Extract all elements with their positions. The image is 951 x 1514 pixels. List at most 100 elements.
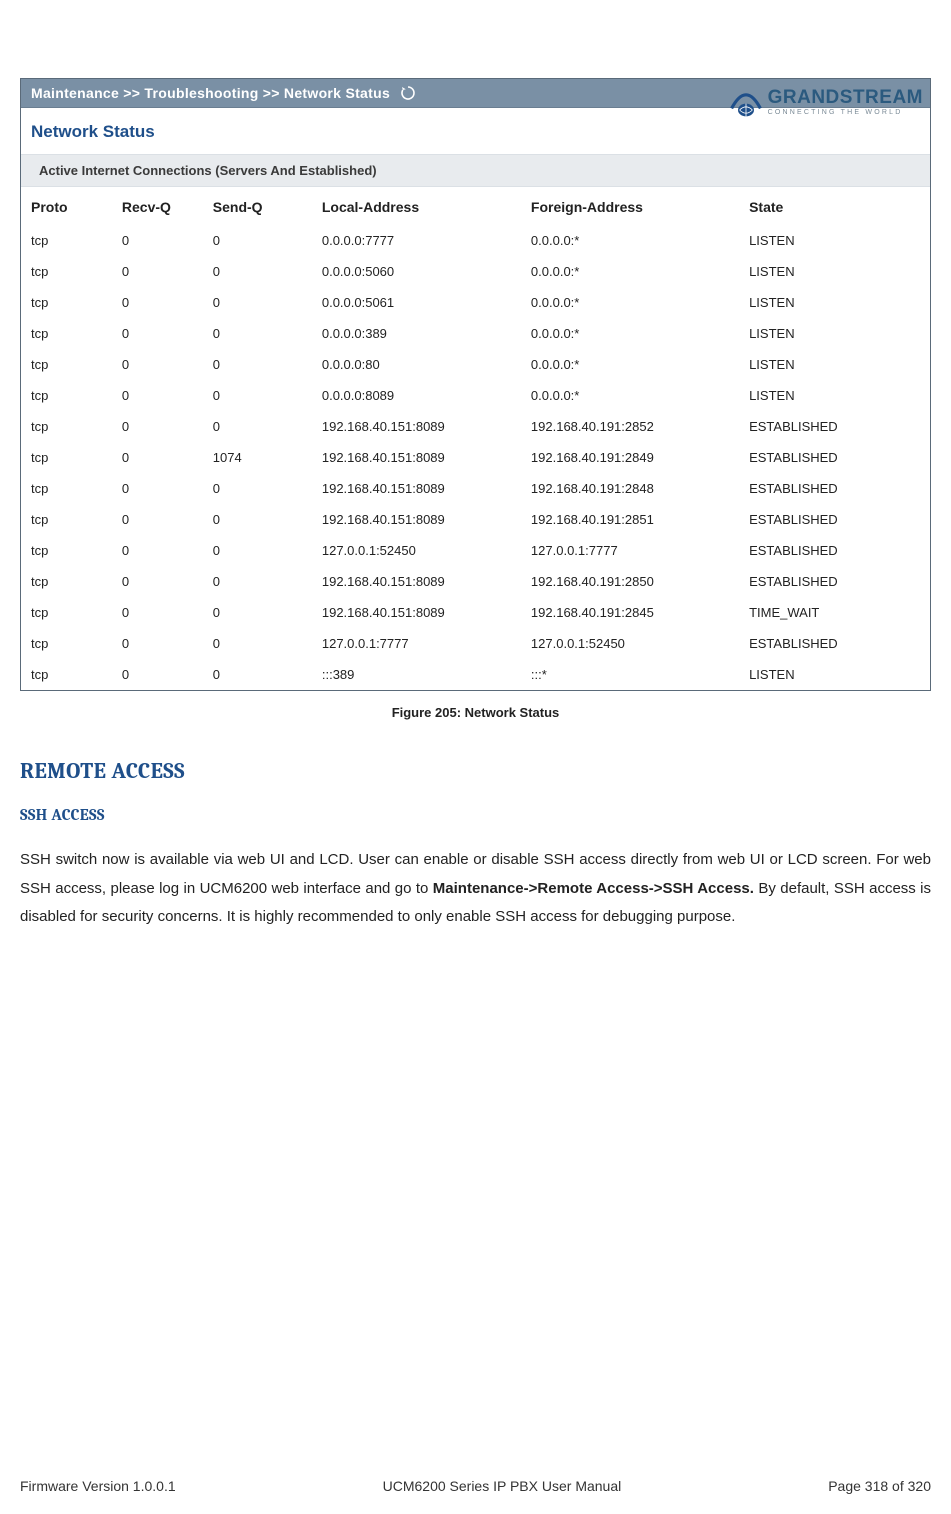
cell-sendq: 0 xyxy=(203,225,312,256)
cell-state: ESTABLISHED xyxy=(739,442,930,473)
cell-proto: tcp xyxy=(21,225,112,256)
cell-sendq: 0 xyxy=(203,597,312,628)
table-row: tcp00127.0.0.1:52450127.0.0.1:7777ESTABL… xyxy=(21,535,930,566)
cell-state: LISTEN xyxy=(739,225,930,256)
table-row: tcp000.0.0.0:800.0.0.0:*LISTEN xyxy=(21,349,930,380)
cell-recvq: 0 xyxy=(112,504,203,535)
cell-local: 192.168.40.151:8089 xyxy=(312,442,521,473)
cell-proto: tcp xyxy=(21,659,112,690)
cell-sendq: 0 xyxy=(203,473,312,504)
table-row: tcp000.0.0.0:50610.0.0.0:*LISTEN xyxy=(21,287,930,318)
cell-recvq: 0 xyxy=(112,566,203,597)
cell-foreign: 0.0.0.0:* xyxy=(521,349,739,380)
cell-proto: tcp xyxy=(21,566,112,597)
cell-foreign: :::* xyxy=(521,659,739,690)
cell-foreign: 192.168.40.191:2849 xyxy=(521,442,739,473)
cell-sendq: 0 xyxy=(203,349,312,380)
cell-foreign: 192.168.40.191:2852 xyxy=(521,411,739,442)
cell-local: 0.0.0.0:8089 xyxy=(312,380,521,411)
cell-foreign: 192.168.40.191:2850 xyxy=(521,566,739,597)
brand-logo-block: GRANDSTREAM CONNECTING THE WORLD xyxy=(730,86,923,118)
cell-recvq: 0 xyxy=(112,597,203,628)
cell-recvq: 0 xyxy=(112,380,203,411)
cell-foreign: 192.168.40.191:2848 xyxy=(521,473,739,504)
heading-remote-access: REMOTE ACCESS xyxy=(20,758,931,784)
cell-state: LISTEN xyxy=(739,659,930,690)
cell-state: TIME_WAIT xyxy=(739,597,930,628)
cell-foreign: 192.168.40.191:2851 xyxy=(521,504,739,535)
cell-state: ESTABLISHED xyxy=(739,473,930,504)
ssh-access-paragraph: SSH switch now is available via web UI a… xyxy=(20,846,931,932)
cell-proto: tcp xyxy=(21,318,112,349)
table-row: tcp000.0.0.0:3890.0.0.0:*LISTEN xyxy=(21,318,930,349)
col-header-local: Local-Address xyxy=(312,187,521,225)
cell-local: 0.0.0.0:5061 xyxy=(312,287,521,318)
cell-recvq: 0 xyxy=(112,442,203,473)
cell-state: LISTEN xyxy=(739,380,930,411)
cell-recvq: 0 xyxy=(112,535,203,566)
cell-state: ESTABLISHED xyxy=(739,628,930,659)
cell-state: ESTABLISHED xyxy=(739,411,930,442)
cell-recvq: 0 xyxy=(112,473,203,504)
col-header-foreign: Foreign-Address xyxy=(521,187,739,225)
table-header-row: Proto Recv-Q Send-Q Local-Address Foreig… xyxy=(21,187,930,225)
cell-foreign: 0.0.0.0:* xyxy=(521,225,739,256)
cell-state: LISTEN xyxy=(739,287,930,318)
cell-proto: tcp xyxy=(21,411,112,442)
cell-sendq: 0 xyxy=(203,380,312,411)
cell-local: 0.0.0.0:5060 xyxy=(312,256,521,287)
table-row: tcp00:::389:::*LISTEN xyxy=(21,659,930,690)
cell-proto: tcp xyxy=(21,287,112,318)
table-row: tcp01074192.168.40.151:8089192.168.40.19… xyxy=(21,442,930,473)
para-bold: Maintenance->Remote Access->SSH Access. xyxy=(433,880,754,897)
cell-foreign: 0.0.0.0:* xyxy=(521,287,739,318)
breadcrumb: Maintenance >> Troubleshooting >> Networ… xyxy=(31,85,390,101)
brand-name: GRANDSTREAM xyxy=(768,88,923,107)
cell-proto: tcp xyxy=(21,256,112,287)
globe-arc-icon xyxy=(730,86,762,118)
cell-local: 192.168.40.151:8089 xyxy=(312,473,521,504)
table-row: tcp00192.168.40.151:8089192.168.40.191:2… xyxy=(21,566,930,597)
cell-recvq: 0 xyxy=(112,225,203,256)
cell-foreign: 0.0.0.0:* xyxy=(521,380,739,411)
col-header-sendq: Send-Q xyxy=(203,187,312,225)
cell-foreign: 127.0.0.1:52450 xyxy=(521,628,739,659)
cell-recvq: 0 xyxy=(112,628,203,659)
cell-foreign: 192.168.40.191:2845 xyxy=(521,597,739,628)
cell-sendq: 1074 xyxy=(203,442,312,473)
heading-ssh-access: SSH ACCESS xyxy=(20,806,931,824)
refresh-icon[interactable] xyxy=(400,85,416,101)
cell-local: 192.168.40.151:8089 xyxy=(312,597,521,628)
cell-sendq: 0 xyxy=(203,504,312,535)
table-row: tcp000.0.0.0:77770.0.0.0:*LISTEN xyxy=(21,225,930,256)
col-header-state: State xyxy=(739,187,930,225)
footer-firmware: Firmware Version 1.0.0.1 xyxy=(20,1478,176,1494)
cell-foreign: 127.0.0.1:7777 xyxy=(521,535,739,566)
table-row: tcp000.0.0.0:50600.0.0.0:*LISTEN xyxy=(21,256,930,287)
cell-sendq: 0 xyxy=(203,287,312,318)
cell-recvq: 0 xyxy=(112,659,203,690)
cell-proto: tcp xyxy=(21,442,112,473)
table-row: tcp00192.168.40.151:8089192.168.40.191:2… xyxy=(21,504,930,535)
cell-sendq: 0 xyxy=(203,318,312,349)
cell-state: LISTEN xyxy=(739,318,930,349)
cell-state: ESTABLISHED xyxy=(739,535,930,566)
cell-foreign: 0.0.0.0:* xyxy=(521,256,739,287)
cell-proto: tcp xyxy=(21,349,112,380)
table-row: tcp00192.168.40.151:8089192.168.40.191:2… xyxy=(21,597,930,628)
cell-local: 192.168.40.151:8089 xyxy=(312,504,521,535)
cell-recvq: 0 xyxy=(112,287,203,318)
cell-state: LISTEN xyxy=(739,256,930,287)
cell-local: :::389 xyxy=(312,659,521,690)
cell-recvq: 0 xyxy=(112,318,203,349)
cell-local: 0.0.0.0:389 xyxy=(312,318,521,349)
cell-proto: tcp xyxy=(21,535,112,566)
figure-caption: Figure 205: Network Status xyxy=(20,705,931,720)
cell-sendq: 0 xyxy=(203,659,312,690)
page-footer: Firmware Version 1.0.0.1 UCM6200 Series … xyxy=(20,1478,931,1494)
col-header-proto: Proto xyxy=(21,187,112,225)
cell-recvq: 0 xyxy=(112,256,203,287)
cell-sendq: 0 xyxy=(203,411,312,442)
cell-local: 192.168.40.151:8089 xyxy=(312,566,521,597)
cell-local: 192.168.40.151:8089 xyxy=(312,411,521,442)
